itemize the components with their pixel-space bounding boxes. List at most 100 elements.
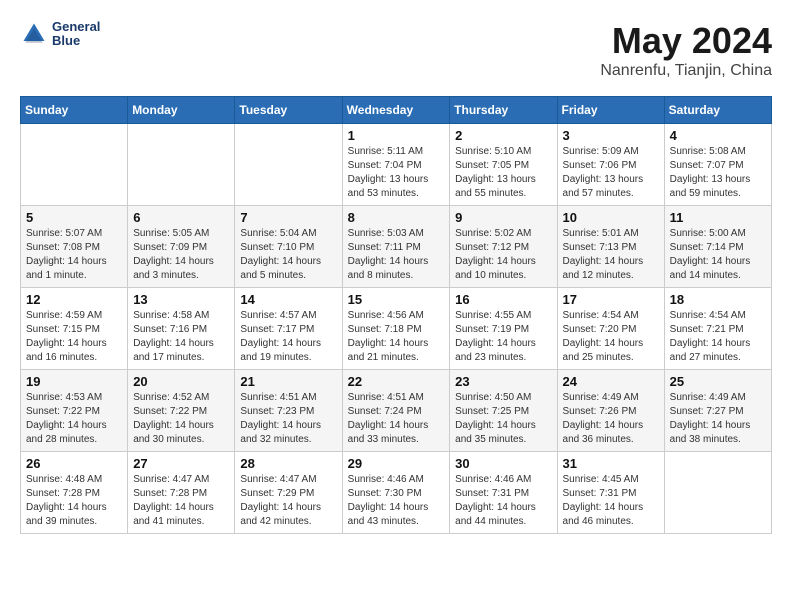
day-info: Sunrise: 4:47 AM Sunset: 7:28 PM Dayligh… [133, 473, 229, 529]
day-number: 22 [348, 374, 445, 389]
day-info: Sunrise: 4:54 AM Sunset: 7:20 PM Dayligh… [563, 309, 659, 365]
day-number: 12 [26, 292, 122, 307]
day-info: Sunrise: 5:08 AM Sunset: 7:07 PM Dayligh… [670, 145, 766, 201]
day-number: 26 [26, 456, 122, 471]
day-number: 9 [455, 210, 551, 225]
day-info: Sunrise: 5:09 AM Sunset: 7:06 PM Dayligh… [563, 145, 659, 201]
week-row-1: 1 Sunrise: 5:11 AM Sunset: 7:04 PM Daylig… [21, 124, 772, 206]
day-number: 5 [26, 210, 122, 225]
day-info: Sunrise: 5:01 AM Sunset: 7:13 PM Dayligh… [563, 227, 659, 283]
day-number: 20 [133, 374, 229, 389]
day-info: Sunrise: 4:46 AM Sunset: 7:31 PM Dayligh… [455, 473, 551, 529]
week-row-4: 19Sunrise: 4:53 AM Sunset: 7:22 PM Dayli… [21, 370, 772, 452]
calendar-cell: 19Sunrise: 4:53 AM Sunset: 7:22 PM Dayli… [21, 370, 128, 452]
weekday-header-wednesday: Wednesday [342, 97, 450, 124]
calendar-cell [128, 124, 235, 206]
day-info: Sunrise: 4:49 AM Sunset: 7:27 PM Dayligh… [670, 391, 766, 447]
day-info: Sunrise: 4:48 AM Sunset: 7:28 PM Dayligh… [26, 473, 122, 529]
calendar-cell: 5Sunrise: 5:07 AM Sunset: 7:08 PM Daylig… [21, 206, 128, 288]
logo-line1: General [52, 20, 100, 34]
calendar-cell: 21Sunrise: 4:51 AM Sunset: 7:23 PM Dayli… [235, 370, 342, 452]
day-number: 30 [455, 456, 551, 471]
day-number: 11 [670, 210, 766, 225]
day-number: 14 [240, 292, 336, 307]
calendar-cell: 28 Sunrise: 4:47 AM Sunset: 7:29 PM Dayli… [235, 452, 342, 534]
day-info: Sunrise: 4:54 AM Sunset: 7:21 PM Dayligh… [670, 309, 766, 365]
calendar-cell: 15 Sunrise: 4:56 AM Sunset: 7:18 PM Dayli… [342, 288, 450, 370]
calendar-cell: 31 Sunrise: 4:45 AM Sunset: 7:31 PM Dayli… [557, 452, 664, 534]
calendar-cell: 14 Sunrise: 4:57 AM Sunset: 7:17 PM Dayli… [235, 288, 342, 370]
weekday-header-thursday: Thursday [450, 97, 557, 124]
day-number: 2 [455, 128, 551, 143]
weekday-header-tuesday: Tuesday [235, 97, 342, 124]
day-number: 29 [348, 456, 445, 471]
day-info: Sunrise: 5:04 AM Sunset: 7:10 PM Dayligh… [240, 227, 336, 283]
day-info: Sunrise: 5:03 AM Sunset: 7:11 PM Dayligh… [348, 227, 445, 283]
calendar-cell: 7 Sunrise: 5:04 AM Sunset: 7:10 PM Daylig… [235, 206, 342, 288]
day-info: Sunrise: 4:51 AM Sunset: 7:23 PM Dayligh… [240, 391, 336, 447]
day-number: 18 [670, 292, 766, 307]
calendar-cell: 4Sunrise: 5:08 AM Sunset: 7:07 PM Daylig… [664, 124, 771, 206]
day-number: 15 [348, 292, 445, 307]
day-info: Sunrise: 4:45 AM Sunset: 7:31 PM Dayligh… [563, 473, 659, 529]
logo-line2: Blue [52, 34, 100, 48]
calendar-cell: 17 Sunrise: 4:54 AM Sunset: 7:20 PM Dayli… [557, 288, 664, 370]
calendar-cell: 11 Sunrise: 5:00 AM Sunset: 7:14 PM Dayli… [664, 206, 771, 288]
calendar-cell: 16Sunrise: 4:55 AM Sunset: 7:19 PM Dayli… [450, 288, 557, 370]
calendar-cell: 23 Sunrise: 4:50 AM Sunset: 7:25 PM Dayli… [450, 370, 557, 452]
weekday-header-sunday: Sunday [21, 97, 128, 124]
day-number: 28 [240, 456, 336, 471]
logo-text: General Blue [52, 20, 100, 49]
day-number: 31 [563, 456, 659, 471]
calendar-cell: 22 Sunrise: 4:51 AM Sunset: 7:24 PM Dayli… [342, 370, 450, 452]
day-number: 17 [563, 292, 659, 307]
calendar-cell: 20 Sunrise: 4:52 AM Sunset: 7:22 PM Dayli… [128, 370, 235, 452]
weekday-header-saturday: Saturday [664, 97, 771, 124]
calendar-cell: 1 Sunrise: 5:11 AM Sunset: 7:04 PM Daylig… [342, 124, 450, 206]
calendar-body: 1 Sunrise: 5:11 AM Sunset: 7:04 PM Daylig… [21, 124, 772, 534]
day-info: Sunrise: 4:52 AM Sunset: 7:22 PM Dayligh… [133, 391, 229, 447]
location-title: Nanrenfu, Tianjin, China [600, 62, 772, 80]
day-info: Sunrise: 5:05 AM Sunset: 7:09 PM Dayligh… [133, 227, 229, 283]
calendar-cell: 27 Sunrise: 4:47 AM Sunset: 7:28 PM Dayli… [128, 452, 235, 534]
week-row-3: 12 Sunrise: 4:59 AM Sunset: 7:15 PM Dayli… [21, 288, 772, 370]
weekday-header-monday: Monday [128, 97, 235, 124]
day-info: Sunrise: 5:10 AM Sunset: 7:05 PM Dayligh… [455, 145, 551, 201]
weekday-row: SundayMondayTuesdayWednesdayThursdayFrid… [21, 97, 772, 124]
day-info: Sunrise: 5:02 AM Sunset: 7:12 PM Dayligh… [455, 227, 551, 283]
day-info: Sunrise: 5:00 AM Sunset: 7:14 PM Dayligh… [670, 227, 766, 283]
day-info: Sunrise: 4:51 AM Sunset: 7:24 PM Dayligh… [348, 391, 445, 447]
week-row-5: 26 Sunrise: 4:48 AM Sunset: 7:28 PM Dayli… [21, 452, 772, 534]
day-info: Sunrise: 4:47 AM Sunset: 7:29 PM Dayligh… [240, 473, 336, 529]
calendar-cell: 8Sunrise: 5:03 AM Sunset: 7:11 PM Daylig… [342, 206, 450, 288]
day-info: Sunrise: 4:53 AM Sunset: 7:22 PM Dayligh… [26, 391, 122, 447]
day-number: 3 [563, 128, 659, 143]
day-info: Sunrise: 4:56 AM Sunset: 7:18 PM Dayligh… [348, 309, 445, 365]
calendar-cell: 18 Sunrise: 4:54 AM Sunset: 7:21 PM Dayli… [664, 288, 771, 370]
day-number: 7 [240, 210, 336, 225]
day-info: Sunrise: 4:46 AM Sunset: 7:30 PM Dayligh… [348, 473, 445, 529]
calendar-cell: 2 Sunrise: 5:10 AM Sunset: 7:05 PM Daylig… [450, 124, 557, 206]
calendar-cell: 10 Sunrise: 5:01 AM Sunset: 7:13 PM Dayli… [557, 206, 664, 288]
day-info: Sunrise: 4:57 AM Sunset: 7:17 PM Dayligh… [240, 309, 336, 365]
logo-icon [20, 20, 48, 48]
day-number: 27 [133, 456, 229, 471]
calendar-cell: 29 Sunrise: 4:46 AM Sunset: 7:30 PM Dayli… [342, 452, 450, 534]
day-number: 6 [133, 210, 229, 225]
month-title: May 2024 [600, 20, 772, 62]
day-info: Sunrise: 4:55 AM Sunset: 7:19 PM Dayligh… [455, 309, 551, 365]
day-number: 1 [348, 128, 445, 143]
calendar-cell [235, 124, 342, 206]
day-info: Sunrise: 5:11 AM Sunset: 7:04 PM Dayligh… [348, 145, 445, 201]
calendar-cell [664, 452, 771, 534]
calendar-cell [21, 124, 128, 206]
day-info: Sunrise: 4:50 AM Sunset: 7:25 PM Dayligh… [455, 391, 551, 447]
day-number: 23 [455, 374, 551, 389]
day-info: Sunrise: 4:59 AM Sunset: 7:15 PM Dayligh… [26, 309, 122, 365]
calendar-cell: 9 Sunrise: 5:02 AM Sunset: 7:12 PM Daylig… [450, 206, 557, 288]
day-info: Sunrise: 4:58 AM Sunset: 7:16 PM Dayligh… [133, 309, 229, 365]
weekday-header-friday: Friday [557, 97, 664, 124]
calendar-cell: 3 Sunrise: 5:09 AM Sunset: 7:06 PM Daylig… [557, 124, 664, 206]
day-number: 10 [563, 210, 659, 225]
calendar-cell: 24Sunrise: 4:49 AM Sunset: 7:26 PM Dayli… [557, 370, 664, 452]
